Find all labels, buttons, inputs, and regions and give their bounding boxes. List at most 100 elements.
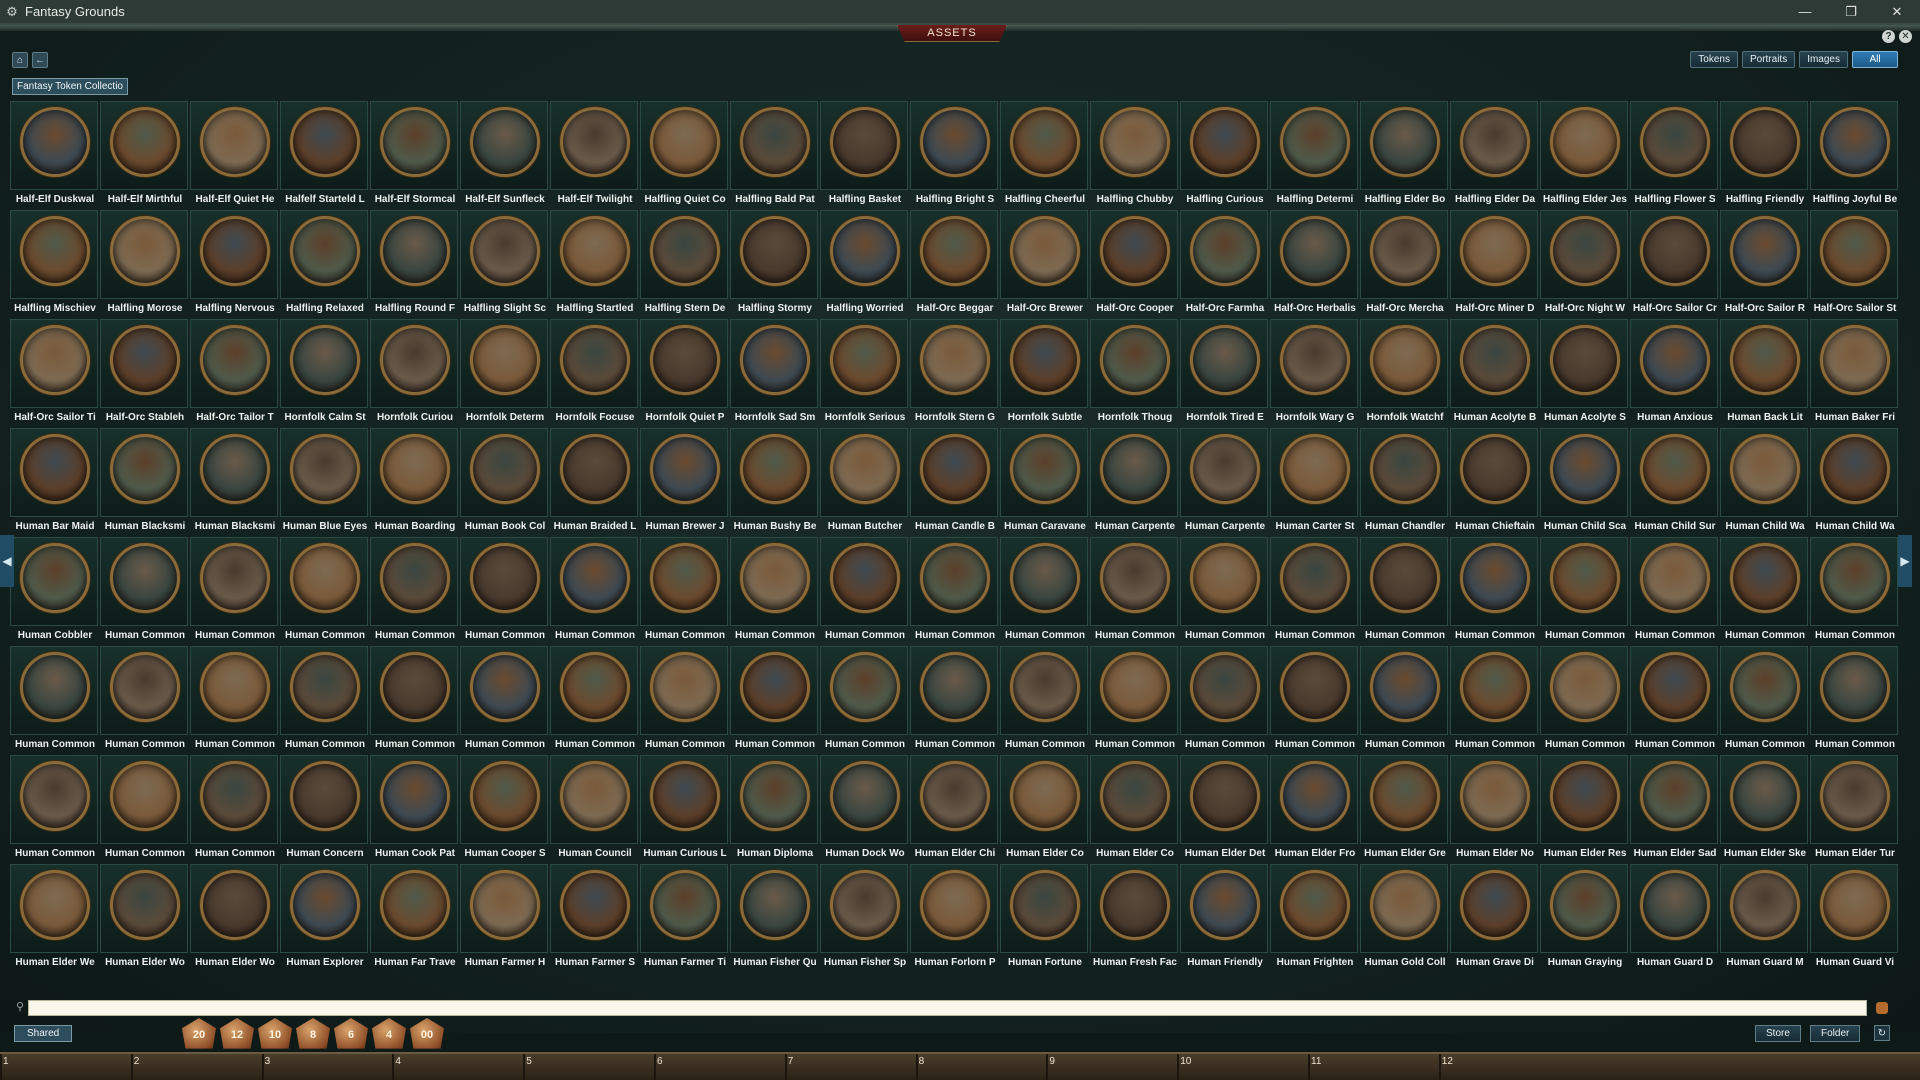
token-tile[interactable]: Halfling Chubby — [1090, 101, 1178, 205]
token-portrait[interactable] — [290, 652, 360, 722]
token-portrait[interactable] — [20, 543, 90, 613]
folder-button[interactable]: Folder — [1810, 1025, 1861, 1042]
token-tile[interactable]: Human Bar Maid — [10, 428, 98, 532]
token-tile[interactable]: Human Common — [820, 646, 908, 750]
filter-tab-images[interactable]: Images — [1799, 51, 1848, 68]
token-tile[interactable]: Human Elder Gre — [1360, 755, 1448, 859]
token-tile[interactable]: Halfling Joyful Be — [1810, 101, 1898, 205]
token-portrait[interactable] — [1460, 325, 1530, 395]
token-tile[interactable]: Halfling Morose — [100, 210, 188, 314]
token-portrait[interactable] — [1820, 216, 1890, 286]
token-portrait[interactable] — [740, 761, 810, 831]
hotkey-slot-number[interactable]: 7 — [788, 1056, 794, 1067]
token-tile[interactable]: Human Common — [1630, 537, 1718, 641]
token-tile[interactable]: Human Baker Fri — [1810, 319, 1898, 423]
close-panel-icon[interactable]: ✕ — [1899, 30, 1912, 43]
hotkey-slot-number[interactable]: 11 — [1311, 1056, 1321, 1067]
token-tile[interactable]: Human Common — [730, 537, 818, 641]
token-portrait[interactable] — [380, 870, 450, 940]
hotkey-slot-number[interactable]: 8 — [919, 1056, 925, 1067]
token-tile[interactable]: Halfling Round F — [370, 210, 458, 314]
token-tile[interactable]: Human Common — [190, 537, 278, 641]
token-portrait[interactable] — [920, 652, 990, 722]
token-tile[interactable]: Human Carter St — [1270, 428, 1358, 532]
token-portrait[interactable] — [200, 652, 270, 722]
token-portrait[interactable] — [650, 216, 720, 286]
token-portrait[interactable] — [1280, 652, 1350, 722]
token-portrait[interactable] — [1640, 325, 1710, 395]
token-tile[interactable]: Human Common — [100, 646, 188, 750]
token-tile[interactable]: Human Farmer H — [460, 864, 548, 968]
token-portrait[interactable] — [1460, 216, 1530, 286]
token-tile[interactable]: Human Dock Wo — [820, 755, 908, 859]
token-portrait[interactable] — [830, 870, 900, 940]
token-portrait[interactable] — [1280, 216, 1350, 286]
token-portrait[interactable] — [470, 216, 540, 286]
hotkey-slot-number[interactable]: 12 — [1442, 1056, 1453, 1067]
token-tile[interactable]: Human Graying — [1540, 864, 1628, 968]
token-tile[interactable]: Human Forlorn P — [910, 864, 998, 968]
token-tile[interactable]: Half-Orc Tailor T — [190, 319, 278, 423]
token-portrait[interactable] — [740, 870, 810, 940]
token-portrait[interactable] — [1820, 107, 1890, 177]
search-input[interactable] — [28, 1000, 1867, 1016]
token-tile[interactable]: Hornfolk Serious — [820, 319, 908, 423]
token-portrait[interactable] — [1460, 652, 1530, 722]
token-tile[interactable]: Human Chandler — [1360, 428, 1448, 532]
token-portrait[interactable] — [1730, 216, 1800, 286]
token-portrait[interactable] — [200, 434, 270, 504]
token-tile[interactable]: Half-Elf Sunfleck — [460, 101, 548, 205]
token-tile[interactable]: Human Elder Fro — [1270, 755, 1358, 859]
token-tile[interactable]: Human Common — [1450, 537, 1538, 641]
token-portrait[interactable] — [1640, 434, 1710, 504]
token-tile[interactable]: Human Child Wa — [1720, 428, 1808, 532]
token-tile[interactable]: Human Common — [1720, 537, 1808, 641]
token-tile[interactable]: Human Common — [1450, 646, 1538, 750]
token-tile[interactable]: Halfling Basket — [820, 101, 908, 205]
token-portrait[interactable] — [920, 216, 990, 286]
token-portrait[interactable] — [200, 870, 270, 940]
token-tile[interactable]: Human Common — [1540, 646, 1628, 750]
token-tile[interactable]: Human Common — [1360, 537, 1448, 641]
token-portrait[interactable] — [1640, 652, 1710, 722]
token-tile[interactable]: Human Common — [100, 755, 188, 859]
token-portrait[interactable] — [110, 325, 180, 395]
token-portrait[interactable] — [110, 543, 180, 613]
token-tile[interactable]: Human Farmer Ti — [640, 864, 728, 968]
token-portrait[interactable] — [1550, 434, 1620, 504]
token-portrait[interactable] — [830, 216, 900, 286]
token-tile[interactable]: Human Common — [460, 537, 548, 641]
token-tile[interactable]: Human Fisher Sp — [820, 864, 908, 968]
token-portrait[interactable] — [650, 652, 720, 722]
token-portrait[interactable] — [1010, 325, 1080, 395]
token-tile[interactable]: Human Common — [1000, 537, 1088, 641]
token-portrait[interactable] — [560, 543, 630, 613]
token-portrait[interactable] — [830, 434, 900, 504]
token-tile[interactable]: Human Guard Vi — [1810, 864, 1898, 968]
token-portrait[interactable] — [1460, 870, 1530, 940]
token-tile[interactable]: Human Common — [550, 537, 638, 641]
token-portrait[interactable] — [380, 652, 450, 722]
token-tile[interactable]: Half-Orc Night W — [1540, 210, 1628, 314]
token-portrait[interactable] — [740, 216, 810, 286]
token-tile[interactable]: Human Book Col — [460, 428, 548, 532]
token-tile[interactable]: Halfling Quiet Co — [640, 101, 728, 205]
token-portrait[interactable] — [380, 543, 450, 613]
token-portrait[interactable] — [1730, 325, 1800, 395]
token-tile[interactable]: Halfelf Starteld L — [280, 101, 368, 205]
token-tile[interactable]: Human Cook Pat — [370, 755, 458, 859]
token-tile[interactable]: Human Common — [190, 646, 278, 750]
token-tile[interactable]: Human Common — [280, 537, 368, 641]
token-tile[interactable]: Half-Elf Mirthful — [100, 101, 188, 205]
token-portrait[interactable] — [1820, 543, 1890, 613]
token-tile[interactable]: Halfling Bald Pat — [730, 101, 818, 205]
token-portrait[interactable] — [740, 434, 810, 504]
token-portrait[interactable] — [650, 325, 720, 395]
die-d00-icon[interactable]: 00 — [410, 1018, 444, 1049]
die-d6-icon[interactable]: 6 — [334, 1018, 368, 1049]
token-portrait[interactable] — [1190, 216, 1260, 286]
token-portrait[interactable] — [1550, 652, 1620, 722]
token-portrait[interactable] — [1010, 434, 1080, 504]
token-tile[interactable]: Human Common — [1090, 646, 1178, 750]
token-portrait[interactable] — [1100, 652, 1170, 722]
